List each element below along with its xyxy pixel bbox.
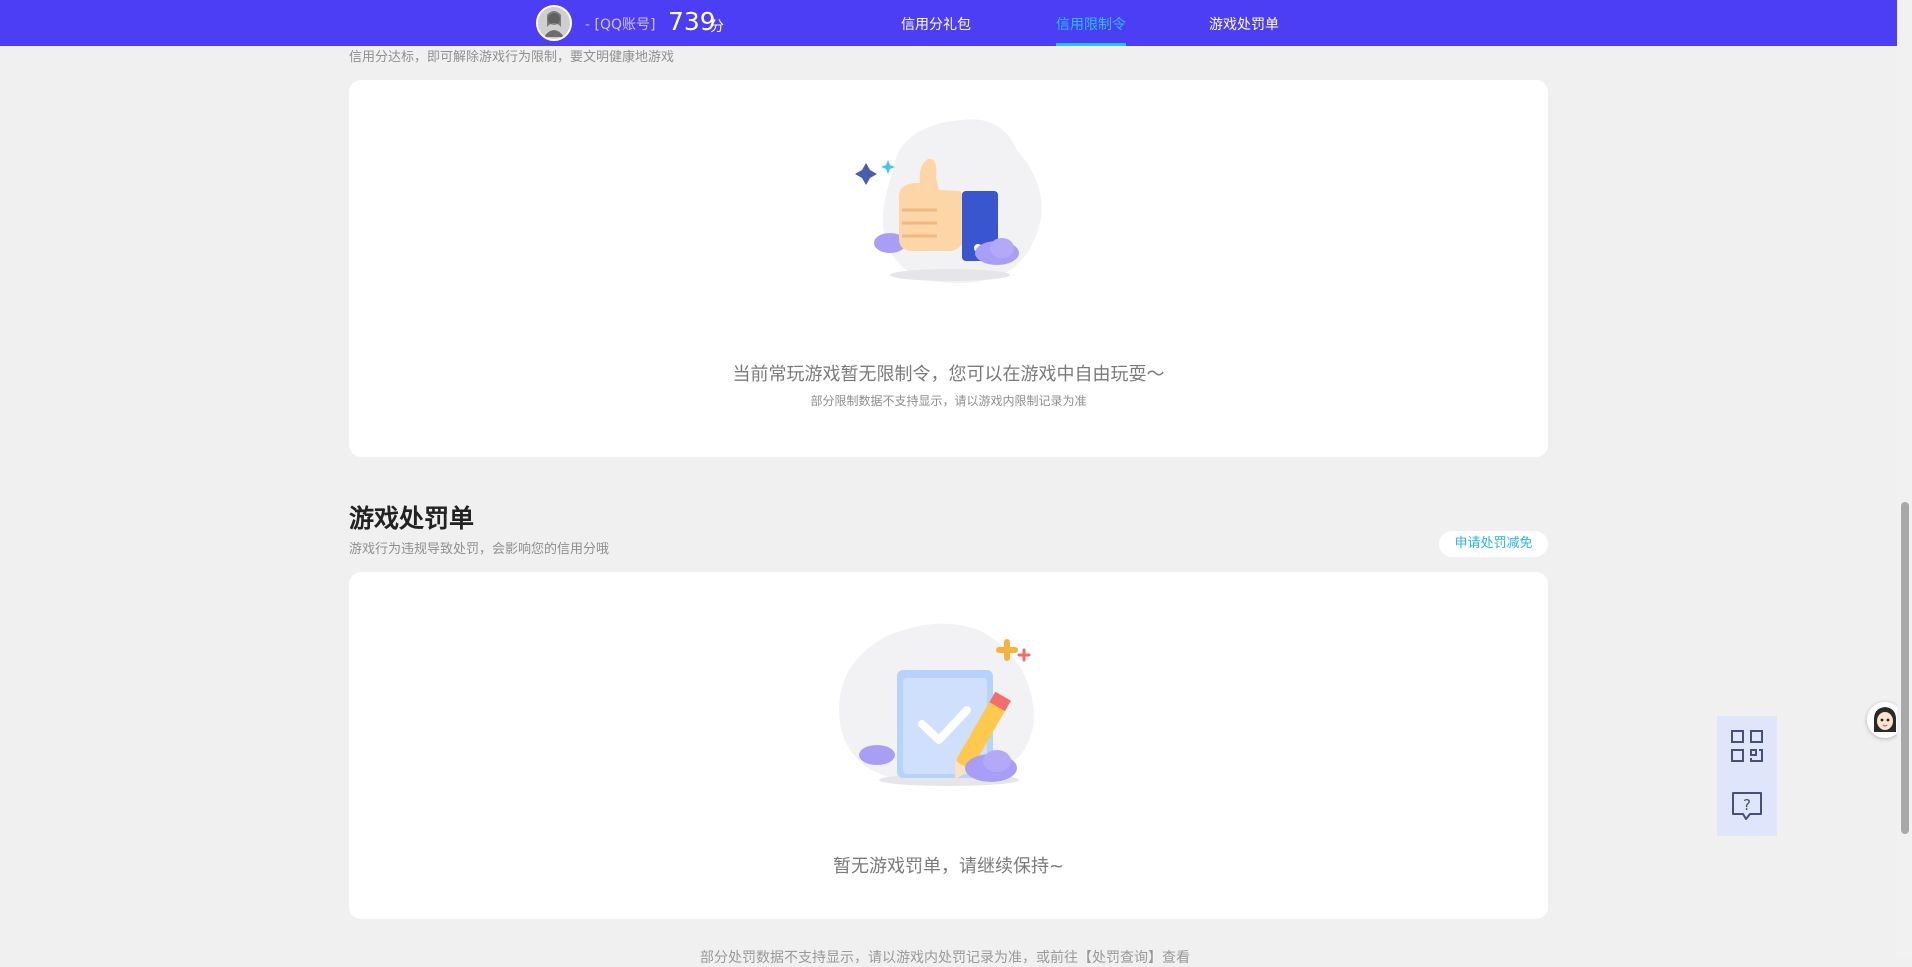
penalty-card: 暂无游戏罚单，请继续保持~ [349, 572, 1548, 919]
restriction-subtitle: 信用分达标，即可解除游戏行为限制，要文明健康地游戏 [349, 50, 675, 65]
page-scrollbar-thumb[interactable] [1901, 502, 1909, 834]
user-avatar[interactable] [536, 5, 572, 41]
qr-code-button[interactable] [1717, 716, 1777, 776]
penalty-footer-note: 部分处罚数据不支持显示，请以游戏内处罚记录为准，或前往【处罚查询】查看 [700, 950, 1190, 966]
tab-credit-gift[interactable]: 信用分礼包 [901, 14, 971, 34]
top-navigation-bar: - [QQ账号] 739 分 信用分礼包 信用限制令 游戏处罚单 [0, 0, 1897, 46]
tab-game-penalty[interactable]: 游戏处罚单 [1209, 14, 1279, 34]
penalty-subtitle: 游戏行为违规导致处罚，会影响您的信用分哦 [349, 542, 610, 557]
penalty-empty-message: 暂无游戏罚单，请继续保持~ [832, 856, 1065, 877]
clipboard-check-icon [829, 620, 1069, 790]
penalty-section-title: 游戏处罚单 [349, 504, 475, 533]
credit-score: 739 [668, 7, 716, 36]
svg-text:?: ? [1743, 796, 1751, 814]
restriction-card: 当前常玩游戏暂无限制令，您可以在游戏中自由玩耍～ 部分限制数据不支持显示，请以游… [349, 80, 1548, 457]
help-feedback-button[interactable]: ? [1717, 776, 1777, 836]
qr-code-icon [1731, 730, 1763, 762]
apply-penalty-reduction-button[interactable]: 申请处罚减免 [1439, 531, 1548, 557]
active-tab-indicator [1056, 43, 1126, 46]
restriction-empty-note: 部分限制数据不支持显示，请以游戏内限制记录为准 [810, 394, 1087, 408]
account-type-label: - [QQ账号] [585, 17, 656, 33]
help-chat-icon: ? [1732, 792, 1762, 820]
tab-credit-restriction[interactable]: 信用限制令 [1056, 14, 1126, 34]
thumbs-up-icon [842, 115, 1052, 285]
restriction-empty-message: 当前常玩游戏暂无限制令，您可以在游戏中自由玩耍～ [732, 364, 1165, 385]
credit-score-unit: 分 [710, 19, 724, 35]
